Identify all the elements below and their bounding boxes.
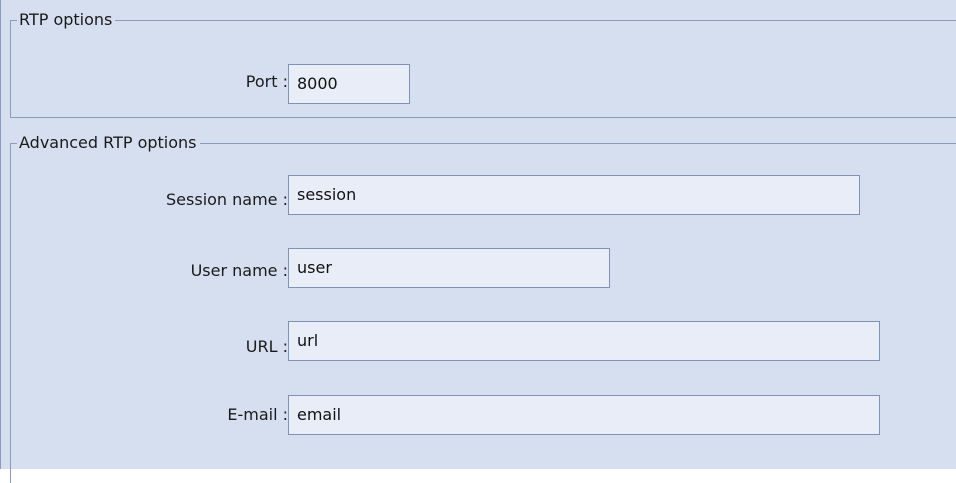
url-label: URL : [245,337,288,356]
session-name-input[interactable] [288,175,860,215]
rtp-options-title: RTP options [17,10,116,30]
email-label: E-mail : [227,405,288,424]
rtp-options-group: RTP options Port : [10,10,956,118]
url-input[interactable] [288,321,880,361]
port-input[interactable] [288,64,410,104]
email-input[interactable] [288,395,880,435]
port-label: Port : [245,72,288,91]
user-name-label: User name : [190,261,288,280]
advanced-rtp-options-title: Advanced RTP options [17,133,200,153]
session-name-label: Session name : [166,190,288,209]
advanced-rtp-options-group: Advanced RTP options Session name : User… [10,133,956,483]
user-name-input[interactable] [288,248,610,288]
